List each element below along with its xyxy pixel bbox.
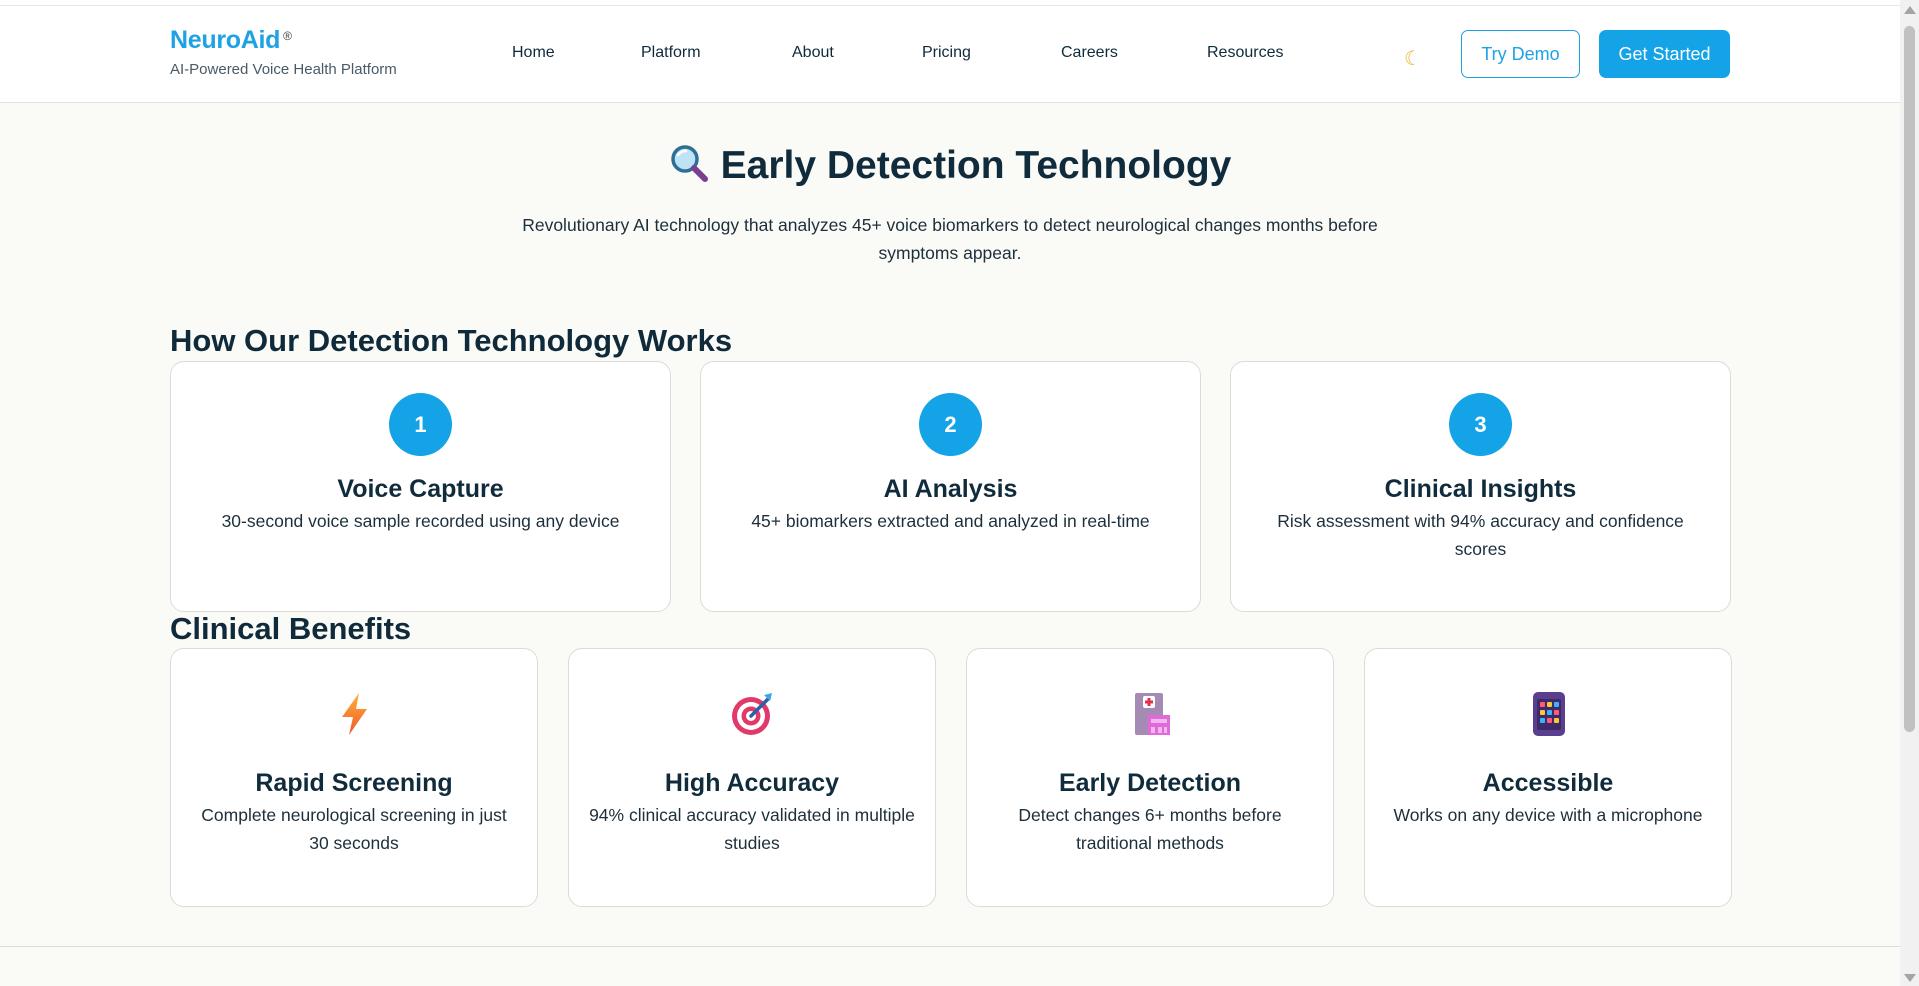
step-description: Risk assessment with 94% accuracy and co… [1277,511,1684,559]
scrollbar-thumb[interactable] [1904,26,1915,732]
page: NeuroAid ® AI-Powered Voice Health Platfo… [0,0,1900,986]
step-number: 2 [919,393,982,456]
benefit-description: Complete neurological screening in just … [201,805,507,853]
get-started-button[interactable]: Get Started [1599,30,1730,78]
nav-careers[interactable]: Careers [1061,44,1118,62]
step-title: AI Analysis [883,475,1018,503]
step-description: 30-second voice sample recorded using an… [221,511,620,531]
benefit-description: 94% clinical accuracy validated in multi… [589,805,915,853]
nav-home[interactable]: Home [512,44,555,62]
clinical-benefits-heading: Clinical Benefits [170,611,412,646]
step-number: 1 [389,393,452,456]
moon-icon[interactable]: ☾ [1404,46,1422,71]
target-icon [732,693,772,735]
benefit-description: Detect changes 6+ months before traditio… [1018,805,1282,853]
nav-platform[interactable]: Platform [641,44,701,62]
benefit-card-high-accuracy: High Accuracy 94% clinical accuracy vali… [568,648,936,907]
step-card-clinical-insights: 3 Clinical Insights Risk assessment with… [1230,361,1731,612]
step-card-voice-capture: 1 Voice Capture 30-second voice sample r… [170,361,671,612]
brand[interactable]: NeuroAid ® AI-Powered Voice Health Platfo… [170,26,397,78]
scroll-up-arrow-icon[interactable] [1904,6,1916,14]
benefit-card-accessible: Accessible Works on any device with a mi… [1364,648,1732,907]
brand-tagline: AI-Powered Voice Health Platform [170,61,397,78]
site-header: NeuroAid ® AI-Powered Voice Health Platfo… [0,6,1900,103]
step-title: Clinical Insights [1384,475,1577,503]
nav-pricing[interactable]: Pricing [922,44,971,62]
brand-name[interactable]: NeuroAid [170,26,280,54]
registered-mark: ® [283,29,292,43]
benefit-title: Rapid Screening [255,769,453,797]
step-card-ai-analysis: 2 AI Analysis 45+ biomarkers extracted a… [700,361,1201,612]
benefit-card-early-detection: Early Detection Detect changes 6+ months… [966,648,1334,907]
step-title: Voice Capture [337,475,504,503]
page-subtitle: Revolutionary AI technology that analyze… [522,215,1378,263]
lightning-icon [342,693,367,735]
try-demo-button[interactable]: Try Demo [1461,30,1580,78]
benefit-description: Works on any device with a microphone [1393,805,1703,825]
page-scrollbar[interactable] [1900,0,1919,986]
mobile-phone-icon [1533,692,1565,736]
magnifying-glass-icon [670,145,708,182]
benefit-title: Early Detection [1058,769,1241,797]
benefit-title: High Accuracy [664,769,840,797]
how-it-works-heading: How Our Detection Technology Works [170,323,733,358]
benefit-card-rapid-screening: Rapid Screening Complete neurological sc… [170,648,538,907]
scroll-down-arrow-icon[interactable] [1904,974,1916,982]
page-title-text: Early Detection Technology [720,144,1232,187]
step-number: 3 [1449,393,1512,456]
nav-about[interactable]: About [792,44,834,62]
section-divider [0,946,1900,947]
page-title: Early Detection Technology [0,143,1900,188]
benefit-title: Accessible [1482,769,1614,797]
nav-resources[interactable]: Resources [1207,44,1283,62]
step-description: 45+ biomarkers extracted and analyzed in… [751,511,1150,531]
hospital-icon [1135,693,1170,735]
